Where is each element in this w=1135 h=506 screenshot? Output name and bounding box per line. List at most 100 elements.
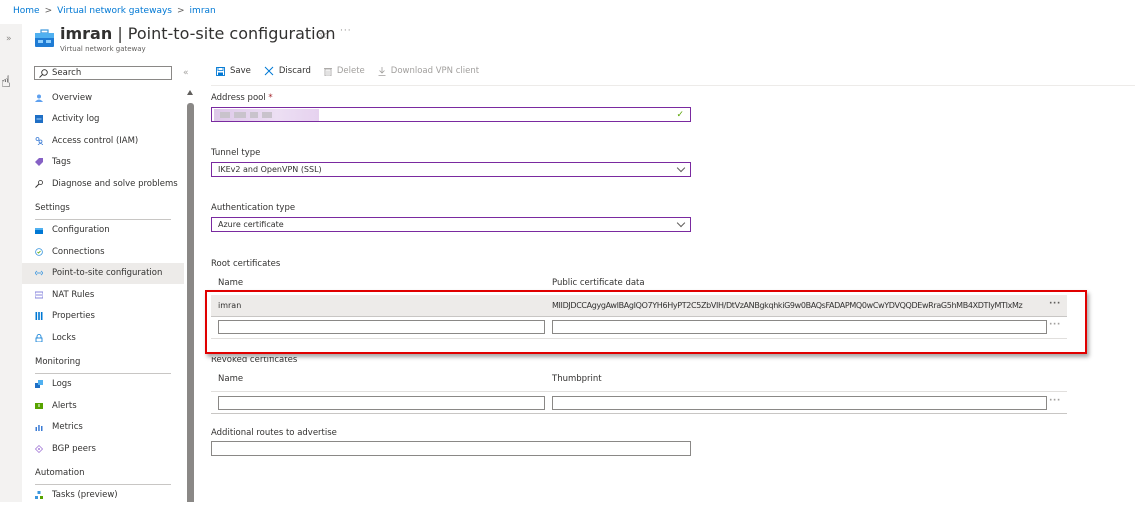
logs-icon [35,380,43,388]
breadcrumb-imran[interactable]: imran [190,6,216,16]
sidebar-item-access-control[interactable]: Access control (IAM) [22,130,184,152]
new-revoked-cert-thumbprint-input[interactable] [552,396,1047,410]
nat-rules-icon [35,291,43,299]
collapse-sidebar-button[interactable]: « [183,68,189,78]
valid-check-icon: ✓ [676,110,684,120]
sidebar-search-input[interactable]: Search [34,66,172,80]
root-cert-name-column-header: Name [218,278,243,288]
toolbar-divider [211,85,1135,86]
breadcrumb: Home > Virtual network gateways > imran [13,6,216,16]
row-divider [211,391,1067,392]
section-monitoring: Monitoring [22,349,184,373]
more-options-button[interactable]: ··· [340,26,352,36]
save-label: Save [230,66,251,76]
command-bar: Save Discard Delete Download VPN client [216,66,479,76]
authentication-type-dropdown[interactable]: Azure certificate [211,217,691,232]
new-revoked-cert-more-button[interactable]: ··· [1049,396,1061,406]
root-certificates-label: Root certificates [211,259,280,269]
star-outline-icon[interactable]: ☆ [318,28,328,41]
sidebar-item-label: Activity log [52,114,99,124]
trash-icon [324,67,332,76]
sidebar-item-label: Configuration [52,225,110,235]
sidebar-item-tags[interactable]: Tags [22,152,184,174]
additional-routes-label: Additional routes to advertise [211,428,337,438]
sidebar-item-alerts[interactable]: Alerts [22,395,184,417]
close-icon [264,66,274,76]
address-pool-label: Address pool * [211,93,273,103]
sidebar-item-metrics[interactable]: Metrics [22,417,184,439]
delete-button[interactable]: Delete [324,66,365,76]
sidebar-item-label: Diagnose and solve problems [52,179,178,189]
sidebar-item-configuration[interactable]: Configuration [22,220,184,242]
new-revoked-cert-name-input[interactable] [218,396,545,410]
sidebar-scrollbar-thumb[interactable] [187,103,194,502]
title-separator: | [112,24,128,43]
sidebar-item-label: Metrics [52,422,83,432]
root-cert-data-column-header: Public certificate data [552,278,645,288]
sidebar-item-label: Connections [52,247,105,257]
iam-icon [35,137,43,145]
lock-icon [35,334,43,342]
virtual-network-gateway-icon [35,29,54,48]
sidebar-item-logs[interactable]: Logs [22,374,184,396]
metrics-icon [35,423,43,431]
sidebar-item-label: Access control (IAM) [52,136,138,146]
revoked-cert-name-column-header: Name [218,374,243,384]
download-vpn-client-button[interactable]: Download VPN client [378,66,479,76]
sidebar-item-overview[interactable]: Overview [22,87,184,109]
sidebar-item-point-to-site[interactable]: Point-to-site configuration [22,263,184,285]
discard-button[interactable]: Discard [264,66,311,76]
page-title: imran | Point-to-site configuration [60,24,336,43]
revoked-certificates-label: Revoked certificates [211,355,297,365]
sidebar-item-label: Point-to-site configuration [52,268,162,278]
additional-routes-input[interactable] [211,441,691,456]
sidebar-item-connections[interactable]: Connections [22,241,184,263]
sidebar-item-bgp-peers[interactable]: BGP peers [22,438,184,460]
blade-title: Point-to-site configuration [128,24,336,43]
search-icon [39,69,48,78]
red-highlight-annotation [205,290,1087,354]
address-pool-input[interactable]: ✓ [211,107,691,122]
sidebar-item-label: Tags [52,157,71,167]
sidebar-item-tasks[interactable]: Tasks (preview) [22,485,184,506]
chevron-down-icon [677,218,685,226]
download-label: Download VPN client [391,66,479,76]
tasks-icon [35,491,43,499]
configuration-icon [35,226,43,234]
breadcrumb-separator: > [177,6,185,16]
bgp-peers-icon [35,445,43,453]
save-button[interactable]: Save [216,66,251,76]
sidebar-item-diagnose[interactable]: Diagnose and solve problems [22,173,184,195]
resource-type-subtitle: Virtual network gateway [60,45,146,53]
properties-icon [35,312,43,320]
row-divider [211,413,1067,414]
scroll-up-arrow[interactable] [187,90,193,95]
revoked-cert-thumbprint-column-header: Thumbprint [552,374,602,384]
section-automation: Automation [22,460,184,484]
sidebar-item-activity-log[interactable]: Activity log [22,109,184,131]
resource-name: imran [60,24,112,43]
breadcrumb-virtual-network-gateways[interactable]: Virtual network gateways [57,6,172,16]
expand-menu-button[interactable]: » [6,34,12,44]
redacted-address-pool-value [214,109,319,121]
chevron-down-icon [677,163,685,171]
tunnel-type-label: Tunnel type [211,148,260,158]
delete-label: Delete [337,66,365,76]
authentication-type-value: Azure certificate [218,220,284,229]
alerts-icon [35,402,43,410]
sidebar-item-properties[interactable]: Properties [22,306,184,328]
tunnel-type-value: IKEv2 and OpenVPN (SSL) [218,165,322,174]
tunnel-type-dropdown[interactable]: IKEv2 and OpenVPN (SSL) [211,162,691,177]
save-icon [216,67,225,76]
search-placeholder: Search [52,68,81,78]
sidebar-item-label: NAT Rules [52,290,94,300]
sidebar-item-locks[interactable]: Locks [22,327,184,349]
required-asterisk: * [268,93,272,103]
sidebar-item-label: Tasks (preview) [52,490,118,500]
tag-icon [35,158,43,166]
sidebar-item-nat-rules[interactable]: NAT Rules [22,284,184,306]
breadcrumb-home[interactable]: Home [13,6,40,16]
breadcrumb-separator: > [45,6,53,16]
address-pool-label-text: Address pool [211,93,266,103]
download-icon [378,67,386,76]
